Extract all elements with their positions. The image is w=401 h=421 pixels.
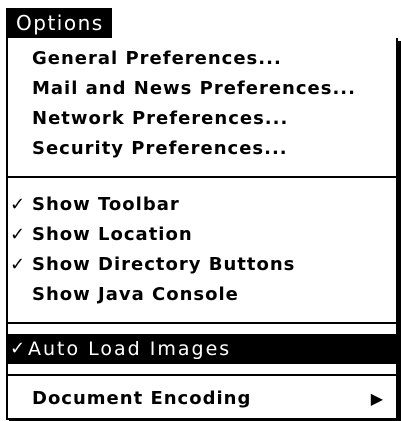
menu-item-label: Show Directory Buttons xyxy=(32,254,296,275)
menu-separator xyxy=(8,322,396,324)
menu-item-label: General Preferences... xyxy=(32,48,282,69)
menu-item-security-preferences[interactable]: Security Preferences... xyxy=(8,134,396,164)
menu-item-label: Security Preferences... xyxy=(32,138,288,159)
menu-item-label: Show Toolbar xyxy=(32,194,180,215)
checkmark-icon: ✓ xyxy=(10,224,27,245)
menu-item-show-toolbar[interactable]: ✓ Show Toolbar xyxy=(8,190,396,220)
menu-item-label: Show Java Console xyxy=(32,284,239,305)
menu-item-show-directory-buttons[interactable]: ✓ Show Directory Buttons xyxy=(8,250,396,280)
menu-item-document-encoding[interactable]: Document Encoding ▶ xyxy=(8,384,396,414)
menu-item-mail-news-preferences[interactable]: Mail and News Preferences... xyxy=(8,74,396,104)
menu-item-show-location[interactable]: ✓ Show Location xyxy=(8,220,396,250)
menu-separator xyxy=(8,176,396,178)
checkmark-icon: ✓ xyxy=(10,194,27,215)
menu-item-label: Document Encoding xyxy=(32,388,252,409)
menu-item-label: Mail and News Preferences... xyxy=(32,78,356,99)
menu-title-options[interactable]: Options xyxy=(6,8,112,38)
menu-item-general-preferences[interactable]: General Preferences... xyxy=(8,44,396,74)
menu-item-label: Network Preferences... xyxy=(32,108,289,129)
menu-item-show-java-console[interactable]: Show Java Console xyxy=(8,280,396,310)
checkmark-icon: ✓ xyxy=(10,254,27,275)
checkmark-icon: ✓ xyxy=(10,338,28,359)
submenu-arrow-icon: ▶ xyxy=(370,389,384,408)
menu-separator xyxy=(8,374,396,376)
options-menu-panel: General Preferences... Mail and News Pre… xyxy=(6,38,398,420)
menu-item-auto-load-images[interactable]: ✓ Auto Load Images xyxy=(8,334,396,364)
menu-item-label: Show Location xyxy=(32,224,193,245)
menu-item-network-preferences[interactable]: Network Preferences... xyxy=(8,104,396,134)
menu-item-label: Auto Load Images xyxy=(28,338,232,360)
